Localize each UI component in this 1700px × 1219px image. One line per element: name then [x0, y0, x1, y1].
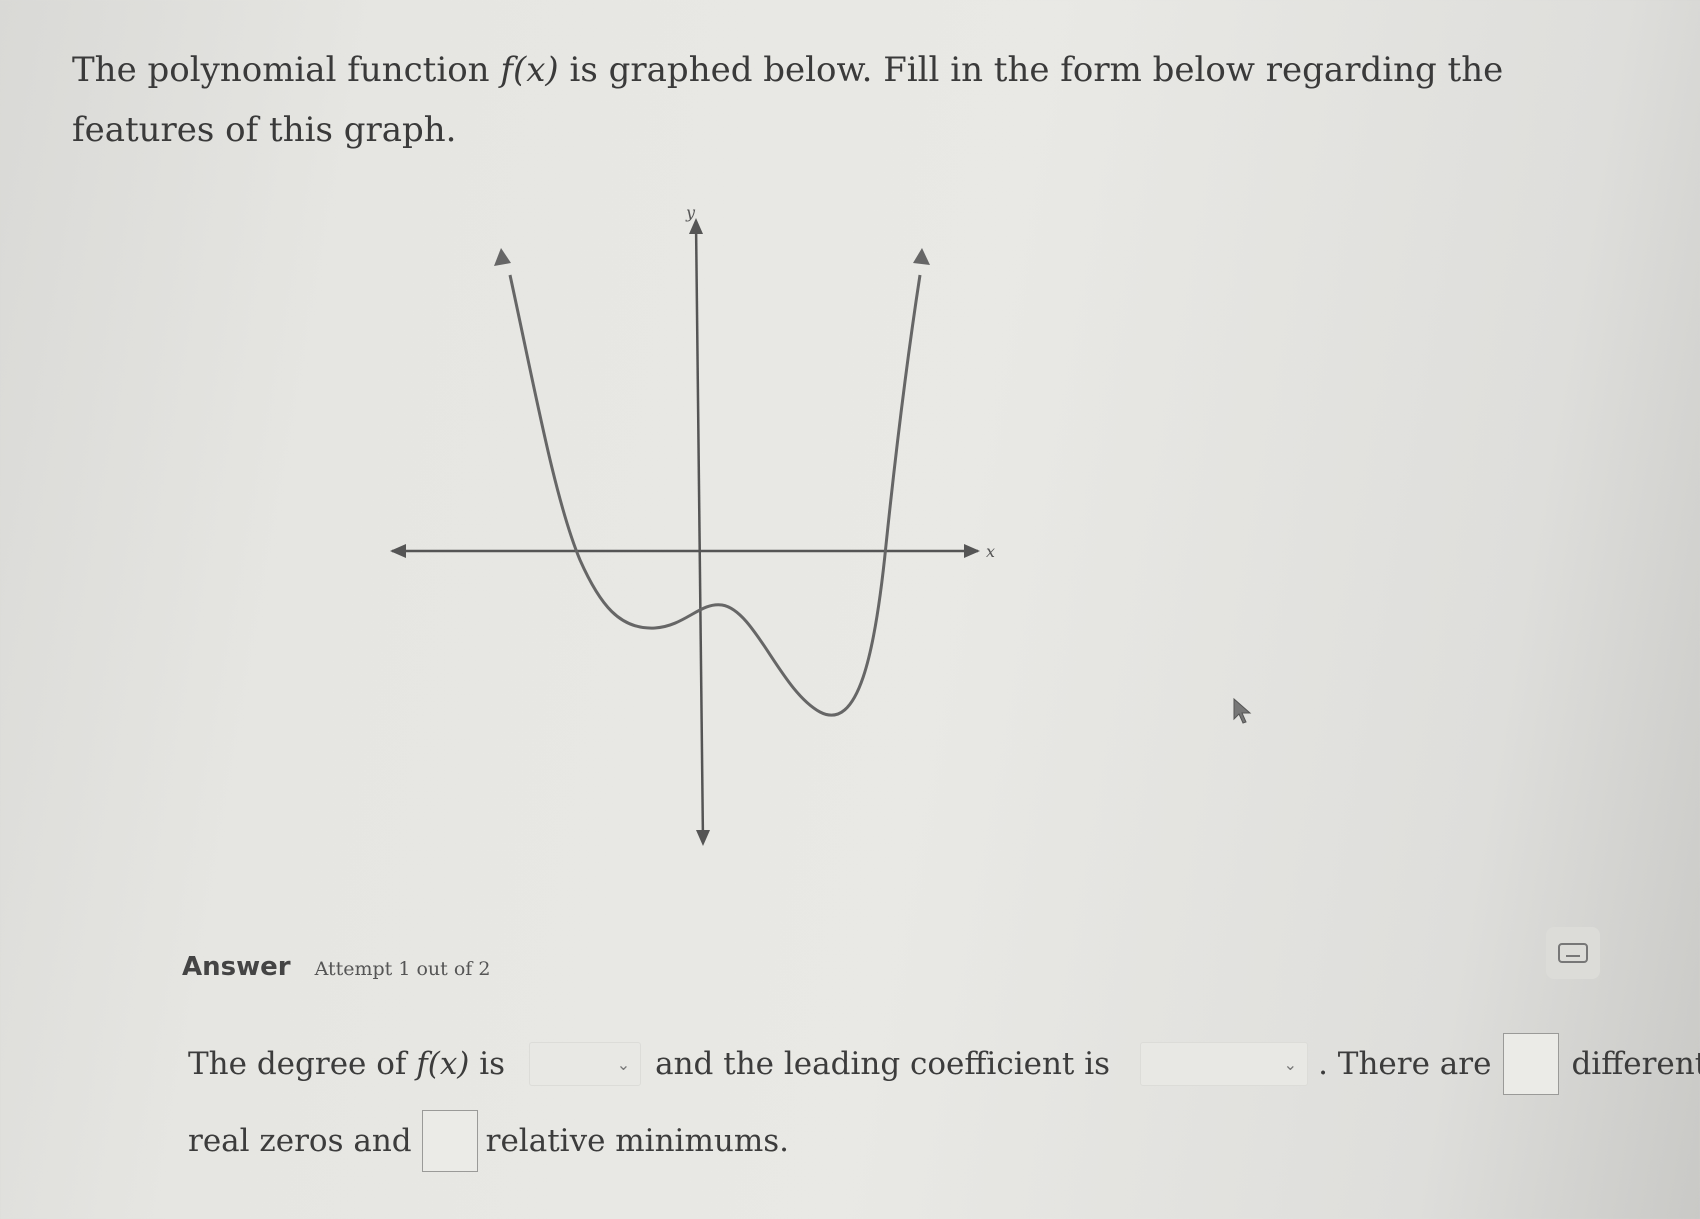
form-text-relative-minimums: relative minimums. — [485, 1123, 789, 1159]
question-part1: The polynomial function — [72, 50, 490, 90]
answer-label: Answer — [182, 952, 291, 982]
keypad-button[interactable] — [1546, 927, 1600, 979]
relative-minimums-input[interactable] — [421, 1110, 478, 1172]
polynomial-curve — [508, 274, 922, 717]
curve-right-arrow — [913, 248, 930, 265]
y-axis-label: y — [685, 203, 696, 222]
x-axis-label: x — [986, 542, 995, 561]
y-axis — [694, 221, 705, 843]
curve-left-arrow — [494, 248, 511, 266]
answer-header: Answer Attempt 1 out of 2 — [182, 952, 490, 982]
chevron-down-icon: ⌄ — [616, 1054, 631, 1074]
mouse-cursor-icon — [1233, 697, 1252, 724]
form-sentence-2: real zeros and relative minimums. — [188, 1110, 789, 1172]
form-text-different: different — [1571, 1046, 1700, 1082]
form-text-there-are: . There are — [1318, 1046, 1492, 1082]
degree-dropdown[interactable]: ⌄ — [529, 1042, 642, 1086]
form-text-degree: The degree of — [188, 1046, 407, 1082]
form-function-notation: f(x) — [416, 1046, 470, 1082]
y-axis-bottom-arrow — [696, 830, 710, 846]
form-text-leading: and the leading coefficient is — [655, 1046, 1111, 1082]
function-notation: f(x) — [500, 50, 559, 90]
chevron-down-icon: ⌄ — [1283, 1054, 1298, 1074]
question-text: The polynomial function f(x) is graphed … — [72, 40, 1632, 160]
attempt-counter: Attempt 1 out of 2 — [314, 958, 491, 980]
leading-coefficient-dropdown[interactable]: ⌄ — [1140, 1042, 1309, 1086]
x-axis-right-arrow — [964, 544, 980, 558]
x-axis-left-arrow — [390, 544, 406, 558]
real-zeros-input[interactable] — [1503, 1033, 1560, 1095]
keyboard-icon — [1558, 943, 1588, 963]
form-text-real-zeros: real zeros and — [188, 1123, 412, 1159]
form-sentence-1: The degree of f(x) is ⌄ and the leading … — [188, 1033, 1700, 1095]
polynomial-graph: x y — [390, 203, 995, 846]
form-text-is: is — [479, 1046, 506, 1082]
